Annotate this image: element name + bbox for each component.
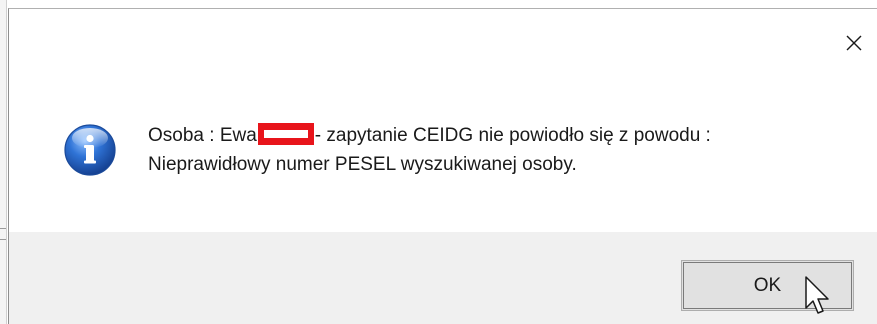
ok-button[interactable]: OK xyxy=(681,260,854,311)
screenshot: Osoba : Ewa - zapytanie CEIDG nie powiodł… xyxy=(0,0,877,324)
background-window-edge xyxy=(0,0,7,324)
dialog-titlebar xyxy=(9,9,877,69)
message-line-1: Osoba : Ewa - zapytanie CEIDG nie powiodł… xyxy=(148,121,711,150)
close-button[interactable] xyxy=(831,27,877,59)
message-line-2: Nieprawidłowy numer PESEL wyszukiwanej o… xyxy=(148,154,577,175)
background-window-fragment xyxy=(0,228,6,240)
info-icon xyxy=(63,123,117,177)
close-icon xyxy=(845,34,863,52)
dialog-content: Osoba : Ewa - zapytanie CEIDG nie powiodł… xyxy=(9,69,877,232)
message-suffix: - zapytanie CEIDG nie powiodło się z pow… xyxy=(314,125,711,146)
redaction-box xyxy=(257,123,314,145)
message-dialog: Osoba : Ewa - zapytanie CEIDG nie powiodł… xyxy=(8,8,877,324)
message-prefix: Osoba : Ewa xyxy=(148,125,257,146)
dialog-message: Osoba : Ewa - zapytanie CEIDG nie powiodł… xyxy=(148,121,711,179)
dialog-button-bar: OK xyxy=(9,232,877,324)
